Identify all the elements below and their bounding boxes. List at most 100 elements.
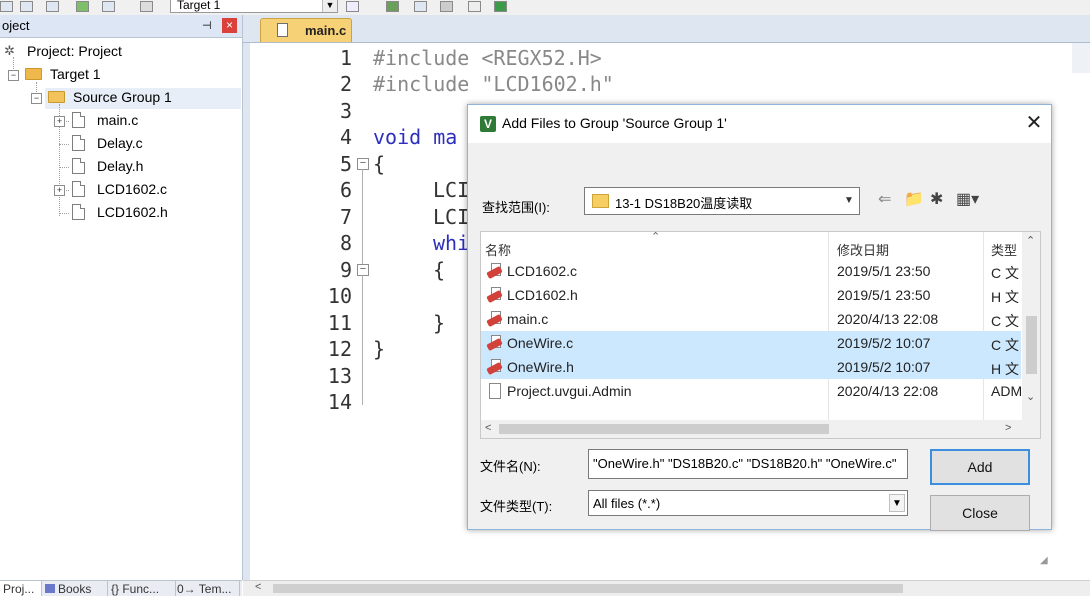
tab-templates[interactable]: 0→ Tem... [174, 581, 240, 596]
filetype-select[interactable]: All files (*.*) ▼ [588, 490, 908, 516]
fold-toggle-icon[interactable]: − [357, 264, 369, 276]
tree-item-file[interactable]: + main.c [0, 110, 240, 130]
resize-grip-icon[interactable]: ◢ [1040, 555, 1048, 566]
scrollbar-thumb[interactable] [273, 584, 903, 593]
scroll-left-icon[interactable]: < [485, 422, 491, 434]
up-folder-icon[interactable]: 📁 [904, 189, 924, 209]
add-files-dialog: V Add Files to Group 'Source Group 1' ✕ … [467, 104, 1052, 566]
close-button[interactable]: Close [930, 495, 1030, 531]
column-header-date[interactable]: 修改日期 [837, 240, 889, 259]
sort-up-icon: ⌃ [651, 231, 661, 243]
expand-icon[interactable]: + [54, 116, 65, 127]
column-header-name[interactable]: 名称 [485, 240, 511, 259]
tree-item-file[interactable]: + LCD1602.c [0, 179, 240, 199]
tree-item-label: Project: Project [27, 43, 122, 59]
new-folder-icon[interactable]: ✱ [930, 189, 943, 209]
tab-functions[interactable]: {} Func... [108, 581, 176, 596]
file-row[interactable]: main.c 2020/4/13 22:08 C 文 [481, 307, 1021, 331]
file-list-vertical-scrollbar[interactable]: ⌃ ⌄ [1022, 232, 1040, 438]
batch-build-icon[interactable] [102, 1, 115, 12]
file-name: Project.uvgui.Admin [507, 383, 632, 399]
collapse-icon[interactable]: − [31, 93, 42, 104]
source-file-icon [486, 263, 504, 280]
manage-rte-icon[interactable] [468, 1, 481, 12]
build-icon[interactable] [46, 1, 59, 12]
look-in-select[interactable]: 13-1 DS18B20温度读取 ▼ [584, 187, 860, 215]
dialog-titlebar[interactable]: V Add Files to Group 'Source Group 1' ✕ [468, 105, 1051, 143]
tree-item-label: Source Group 1 [73, 89, 172, 105]
tree-item-file[interactable]: Delay.h [0, 156, 240, 176]
file-row-selected[interactable]: OneWire.c 2019/5/2 10:07 C 文 [481, 331, 1021, 355]
file-name: OneWire.c [507, 335, 574, 351]
line-number: 4 [339, 125, 352, 149]
source-file-icon [486, 359, 504, 376]
target-options-icon[interactable] [346, 1, 359, 12]
tab-main-c[interactable]: main.c [260, 18, 352, 42]
editor-horizontal-scrollbar[interactable]: < [243, 580, 1090, 596]
file-row[interactable]: Project.uvgui.Admin 2020/4/13 22:08 ADM [481, 379, 1022, 403]
tree-item-project[interactable]: ✲ Project: Project [0, 41, 240, 61]
file-type: C 文 [991, 265, 1019, 281]
file-row-selected[interactable]: OneWire.h 2019/5/2 10:07 H 文 [481, 355, 1021, 379]
fold-guide [362, 169, 363, 264]
line-number: 11 [327, 311, 352, 335]
file-extensions-icon[interactable] [414, 1, 427, 12]
download-icon[interactable] [140, 1, 153, 12]
manage-project-icon[interactable] [386, 1, 399, 12]
target-select[interactable]: Target 1 ▼ [170, 0, 338, 13]
tree-item-label: LCD1602.c [97, 181, 168, 197]
select-packs-icon[interactable] [494, 1, 507, 12]
tab-books[interactable]: Books [42, 581, 108, 596]
toolbar: Target 1 ▼ [0, 0, 1090, 16]
line-number: 12 [327, 337, 352, 361]
add-button[interactable]: Add [930, 449, 1030, 485]
project-panel-title: oject [2, 18, 30, 33]
tree-item-source-group[interactable]: − Source Group 1 [0, 87, 240, 107]
fold-toggle-icon[interactable]: − [357, 158, 369, 170]
file-name: LCD1602.h [507, 287, 578, 303]
book-icon [45, 584, 55, 593]
scrollbar-thumb[interactable] [1026, 316, 1037, 374]
tree-item-target[interactable]: − Target 1 [0, 64, 240, 84]
tree-item-file[interactable]: LCD1602.h [0, 202, 240, 222]
file-icon [72, 204, 85, 220]
tree-item-file[interactable]: Delay.c [0, 133, 240, 153]
line-number: 3 [339, 99, 352, 123]
file-list-horizontal-scrollbar[interactable]: < > [481, 420, 1022, 438]
translate-icon[interactable] [20, 1, 33, 12]
line-number: 13 [327, 364, 352, 388]
dialog-title: Add Files to Group 'Source Group 1' [502, 115, 727, 131]
view-menu-icon[interactable]: ▦▾ [956, 189, 979, 209]
scroll-down-icon[interactable]: ⌄ [1026, 390, 1035, 403]
code-line: whi [433, 231, 470, 255]
chevron-down-icon[interactable]: ▼ [322, 0, 337, 12]
file-date: 2020/4/13 22:08 [837, 311, 939, 327]
scroll-right-icon[interactable]: > [1005, 422, 1011, 434]
scroll-left-icon[interactable]: < [255, 581, 261, 593]
tab-project[interactable]: Proj... [0, 581, 42, 596]
chevron-down-icon[interactable]: ▼ [889, 494, 905, 512]
close-icon[interactable]: × [222, 18, 237, 33]
file-icon [72, 158, 85, 174]
collapse-icon[interactable]: − [8, 70, 19, 81]
column-header-type[interactable]: 类型 [991, 240, 1017, 259]
file-list[interactable]: ⌃ 名称 修改日期 类型 LCD1602.c 2019/5/1 23:50 C … [480, 231, 1041, 439]
close-icon[interactable]: ✕ [1024, 113, 1044, 133]
target-select-value: Target 1 [177, 0, 221, 12]
file-row[interactable]: LCD1602.h 2019/5/1 23:50 H 文 [481, 283, 1021, 307]
chevron-down-icon[interactable]: ▼ [841, 191, 857, 211]
line-number: 5 [339, 152, 352, 176]
scrollbar-thumb[interactable] [499, 424, 829, 434]
expand-icon[interactable]: + [54, 185, 65, 196]
back-arrow-icon[interactable]: ⇐ [878, 189, 891, 209]
code-line: LCI [433, 205, 470, 229]
filename-input[interactable]: "OneWire.h" "DS18B20.c" "DS18B20.h" "One… [588, 449, 908, 479]
code-line: } [373, 337, 386, 361]
file-row[interactable]: LCD1602.c 2019/5/1 23:50 C 文 [481, 259, 1021, 283]
pin-icon[interactable]: ⊣ [202, 19, 212, 32]
pack-installer-icon[interactable] [440, 1, 453, 12]
tree-item-label: Delay.h [97, 158, 144, 174]
open-icon[interactable] [0, 1, 13, 12]
scroll-up-icon[interactable]: ⌃ [1026, 234, 1035, 247]
rebuild-icon[interactable] [76, 1, 89, 12]
